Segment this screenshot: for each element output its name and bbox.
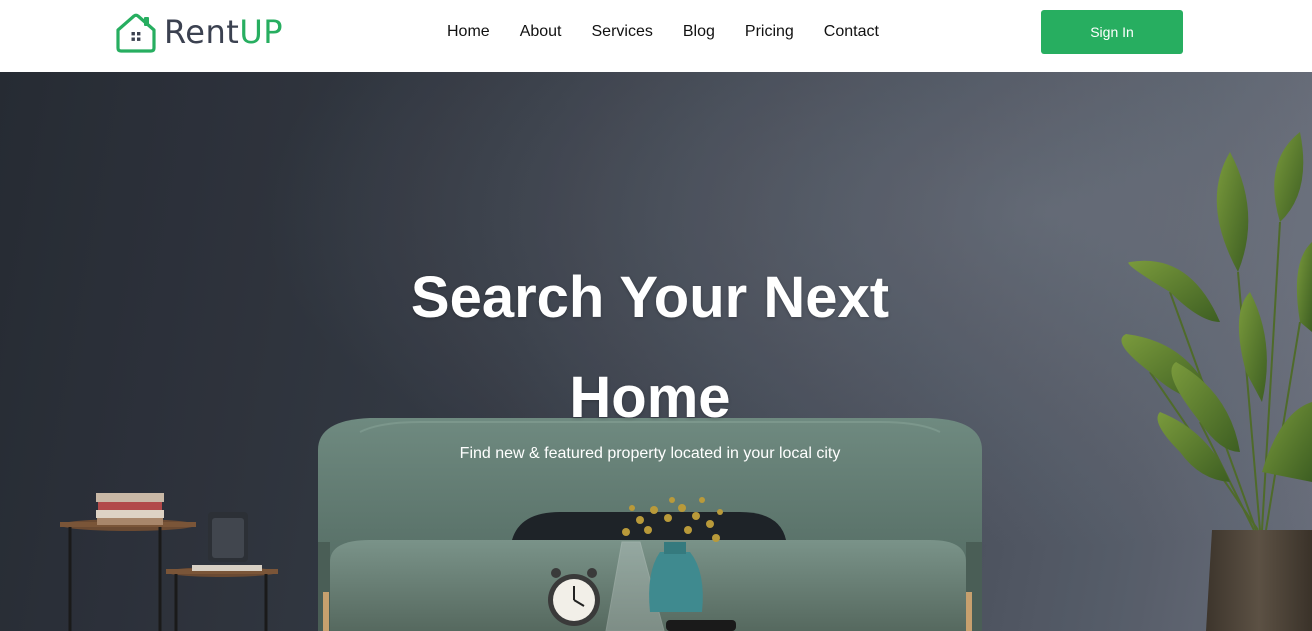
nav-link-pricing[interactable]: Pricing [730,0,809,64]
main-nav: Home About Services Blog Pricing Contact [432,0,894,64]
nav-link-contact[interactable]: Contact [809,0,894,64]
page: RentUP Home About Services Blog Pricing … [0,0,1312,631]
brand-logo[interactable]: RentUP [114,10,283,54]
nav-link-home[interactable]: Home [432,0,505,64]
brand-name-up: UP [239,13,284,51]
nav-link-blog[interactable]: Blog [668,0,730,64]
hero-subtitle: Find new & featured property located in … [459,445,841,462]
brand-name-rent: Rent [164,13,240,51]
house-icon [116,13,156,53]
nav-link-about[interactable]: About [505,0,577,64]
sign-in-button[interactable]: Sign In [1041,10,1183,54]
site-header: RentUP Home About Services Blog Pricing … [0,0,1312,72]
brand-name: RentUP [164,16,283,48]
hero-title: Search Your Next Home [410,265,890,430]
nav-link-services[interactable]: Services [577,0,668,64]
hero-section: Search Your Next Home Find new & feature… [0,72,1312,631]
